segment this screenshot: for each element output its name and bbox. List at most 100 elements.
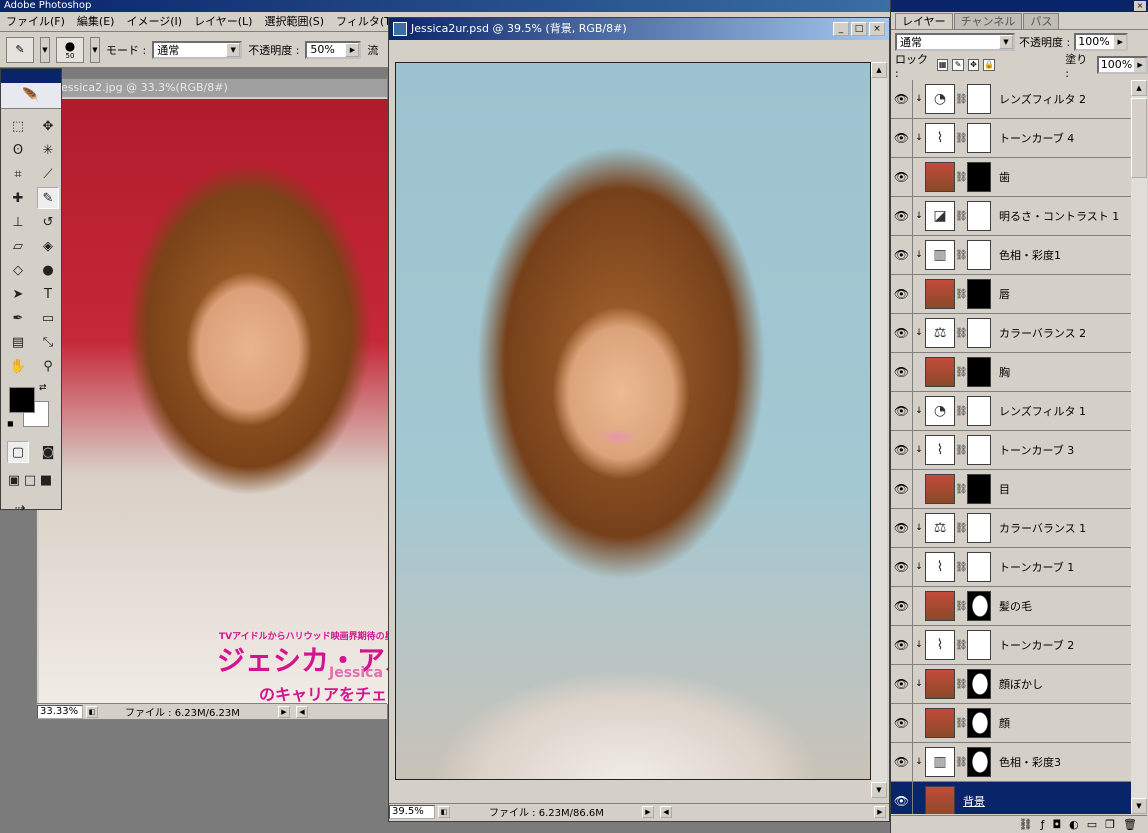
mask-link-icon[interactable]: ⛓ (955, 757, 968, 768)
layer-mask-thumbnail[interactable] (967, 279, 991, 309)
path-selection-tool-icon[interactable]: ➤ (7, 283, 29, 305)
close-icon[interactable]: × (1134, 1, 1146, 11)
eye-icon[interactable]: 👁 (891, 118, 913, 158)
layer-mask-thumbnail[interactable] (967, 435, 991, 465)
eye-icon[interactable]: 👁 (891, 742, 913, 782)
eye-icon[interactable]: 👁 (891, 274, 913, 314)
color-balance-icon[interactable]: ⚖ (925, 513, 955, 543)
curves-icon[interactable]: ⌇ (925, 630, 955, 660)
vertical-scrollbar[interactable]: ▲ ▼ (871, 62, 887, 798)
layer-row[interactable]: 👁 ⛓ 目 (891, 469, 1131, 509)
photo-thumbnail[interactable] (925, 357, 955, 387)
tool-preset-button[interactable]: ✎ (6, 36, 34, 63)
layer-name[interactable]: カラーバランス 2 (999, 325, 1086, 341)
layer-mask-thumbnail[interactable] (967, 162, 991, 192)
paint-bucket-tool-icon[interactable]: ◈ (37, 235, 59, 257)
layer-mask-thumbnail[interactable] (967, 552, 991, 582)
eye-icon[interactable]: 👁 (891, 586, 913, 626)
mask-link-icon[interactable]: ⛓ (955, 718, 968, 729)
new-layer-icon[interactable]: ❐ (1105, 818, 1115, 831)
mask-link-icon[interactable]: ⛓ (955, 250, 968, 261)
layer-mask-thumbnail[interactable] (967, 396, 991, 426)
standard-mode-icon[interactable]: ▢ (7, 441, 29, 463)
magic-wand-tool-icon[interactable]: ✳ (37, 139, 59, 161)
eye-icon[interactable]: 👁 (891, 352, 913, 392)
minimize-icon[interactable]: _ (833, 22, 849, 36)
tab-layers[interactable]: レイヤー (895, 13, 953, 29)
lens-filter-icon[interactable]: ◔ (925, 84, 955, 114)
layer-name[interactable]: 目 (999, 481, 1010, 497)
eye-icon[interactable]: 👁 (891, 625, 913, 665)
photo-thumbnail[interactable] (925, 591, 955, 621)
menu-edit[interactable]: 編集(E) (71, 12, 121, 32)
eyedropper-tool-icon[interactable]: ⤡ (37, 331, 59, 353)
mask-link-icon[interactable]: ⛓ (955, 406, 968, 417)
photo-thumbnail[interactable] (925, 669, 955, 699)
layer-name[interactable]: 明るさ・コントラスト 1 (999, 208, 1119, 224)
hue-saturation-icon[interactable]: ▥ (925, 240, 955, 270)
layer-row[interactable]: 👁 ↓ ◔ ⛓ レンズフィルタ 2 (891, 80, 1131, 119)
document-title[interactable]: essica2.jpg @ 33.3%(RGB/8#) (37, 79, 387, 97)
layers-scrollbar[interactable]: ▲ ▼ (1131, 80, 1147, 814)
layer-mask-thumbnail[interactable] (967, 240, 991, 270)
history-brush-tool-icon[interactable]: ↺ (37, 211, 59, 233)
lock-image-icon[interactable]: ✎ (952, 59, 964, 71)
brush-tool-icon[interactable]: ✎ (37, 187, 59, 209)
slice-tool-icon[interactable]: ⟋ (37, 163, 59, 185)
hand-tool-icon[interactable]: ✋ (7, 355, 29, 377)
menu-select[interactable]: 選択範囲(S) (258, 12, 330, 32)
link-layers-icon[interactable]: ⛓ (1019, 818, 1033, 831)
layer-name[interactable]: カラーバランス 1 (999, 520, 1086, 536)
layer-name[interactable]: 唇 (999, 286, 1010, 302)
mask-link-icon[interactable]: ⛓ (955, 289, 968, 300)
status-arrow-icon[interactable]: ▶ (278, 705, 290, 718)
color-balance-icon[interactable]: ⚖ (925, 318, 955, 348)
layer-name[interactable]: 背景 (963, 793, 985, 809)
layer-row[interactable]: 👁 ↓ ⚖ ⛓ カラーバランス 1 (891, 508, 1131, 548)
eye-icon[interactable]: 👁 (891, 469, 913, 509)
layer-opacity-input[interactable]: 100% ▶ (1074, 33, 1129, 51)
mask-link-icon[interactable]: ⛓ (955, 133, 968, 144)
layer-row[interactable]: 👁 ⛓ 歯 (891, 157, 1131, 197)
mask-link-icon[interactable]: ⛓ (955, 679, 968, 690)
layer-row[interactable]: 👁 ↓ ⚖ ⛓ カラーバランス 2 (891, 313, 1131, 353)
swap-colors-icon[interactable]: ⇄ (39, 383, 47, 393)
curves-icon[interactable]: ⌇ (925, 435, 955, 465)
dodge-tool-icon[interactable]: ● (37, 259, 59, 281)
blur-tool-icon[interactable]: ◇ (7, 259, 29, 281)
scroll-up-icon[interactable]: ▲ (1131, 80, 1147, 96)
menu-file[interactable]: ファイル(F) (0, 12, 71, 32)
brightness-contrast-icon[interactable]: ◪ (925, 201, 955, 231)
new-adjustment-layer-icon[interactable]: ◐ (1069, 818, 1079, 831)
hue-saturation-icon[interactable]: ▥ (925, 747, 955, 777)
healing-brush-tool-icon[interactable]: ✚ (7, 187, 29, 209)
close-icon[interactable]: × (869, 22, 885, 36)
layer-style-icon[interactable]: ƒ (1041, 818, 1045, 831)
new-group-icon[interactable]: ▭ (1087, 818, 1097, 831)
layer-name[interactable]: トーンカーブ 4 (999, 130, 1074, 146)
lock-position-icon[interactable]: ✥ (967, 59, 980, 71)
photo-thumbnail[interactable] (925, 708, 955, 738)
zoom-field[interactable]: 33.33% (37, 704, 83, 719)
status-menu-icon[interactable]: ◧ (86, 705, 98, 718)
mask-link-icon[interactable]: ⛓ (955, 640, 968, 651)
status-menu-icon[interactable]: ◧ (438, 805, 450, 818)
mask-link-icon[interactable]: ⛓ (955, 328, 968, 339)
layer-row[interactable]: 👁 背景 (891, 781, 1131, 814)
mask-link-icon[interactable]: ⛓ (955, 523, 968, 534)
layer-row[interactable]: 👁 ⛓ 髪の毛 (891, 586, 1131, 626)
layer-row[interactable]: 👁 ↓ ⛓ 顔ぼかし (891, 664, 1131, 704)
clone-stamp-tool-icon[interactable]: ⊥ (7, 211, 29, 233)
layer-mask-thumbnail[interactable] (967, 630, 991, 660)
add-mask-icon[interactable]: ◘ (1052, 818, 1061, 831)
layer-name[interactable]: トーンカーブ 2 (999, 637, 1074, 653)
layer-row[interactable]: 👁 ↓ ▥ ⛓ 色相・彩度1 (891, 235, 1131, 275)
eye-icon[interactable]: 👁 (891, 196, 913, 236)
eye-icon[interactable]: 👁 (891, 80, 913, 119)
scroll-thumb[interactable] (1131, 98, 1147, 178)
layer-mask-thumbnail[interactable] (967, 201, 991, 231)
eye-icon[interactable]: 👁 (891, 157, 913, 197)
scroll-left-icon[interactable]: ◀ (296, 705, 308, 718)
palette-title-bar[interactable]: × (891, 0, 1148, 12)
eye-icon[interactable]: 👁 (891, 508, 913, 548)
